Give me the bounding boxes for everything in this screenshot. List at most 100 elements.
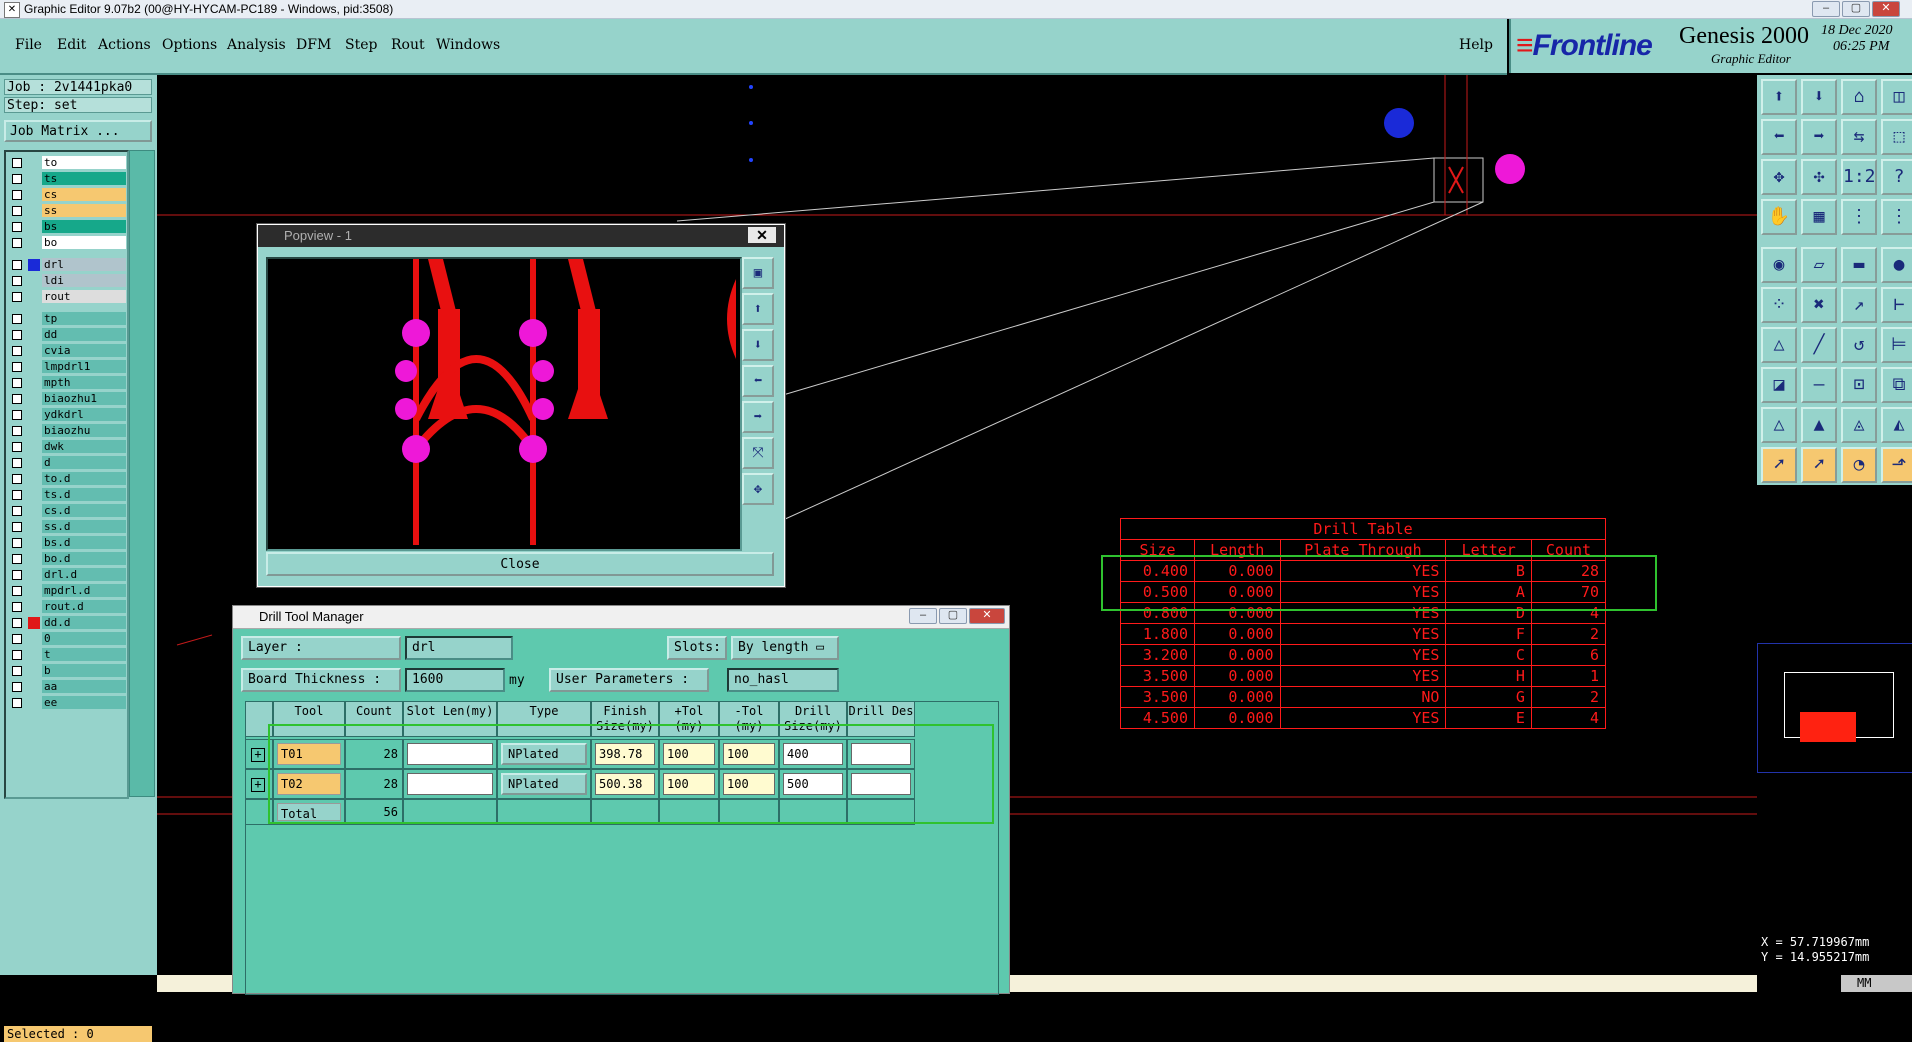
layer-row-biaozhu[interactable]: biaozhu — [8, 424, 126, 438]
left-icon[interactable]: ⬅ — [1761, 119, 1797, 155]
select-area-icon[interactable]: ◪ — [1761, 367, 1797, 403]
layer-checkbox[interactable] — [12, 490, 22, 500]
layer-row-ts[interactable]: ts — [8, 172, 126, 186]
layer-row-mpdrl-d[interactable]: mpdrl.d — [8, 584, 126, 598]
menu-rout[interactable]: Rout — [391, 37, 425, 53]
layer-checkbox[interactable] — [12, 634, 22, 644]
ruler-icon[interactable]: ▬ — [1841, 247, 1877, 283]
layers-b-icon[interactable]: ⋮ — [1881, 199, 1912, 235]
popview-canvas[interactable] — [266, 257, 742, 551]
layer-row-d[interactable]: d — [8, 456, 126, 470]
layer-row-bs-d[interactable]: bs.d — [8, 536, 126, 550]
layer-checkbox[interactable] — [12, 292, 22, 302]
layer-row-to-d[interactable]: to.d — [8, 472, 126, 486]
menu-windows[interactable]: Windows — [436, 37, 500, 53]
slots-dropdown[interactable]: By length ▭ — [731, 636, 839, 660]
layer-checkbox[interactable] — [12, 442, 22, 452]
move-icon[interactable]: ✣ — [1801, 159, 1837, 195]
layer-checkbox[interactable] — [12, 586, 22, 596]
popview-close-button[interactable]: Close — [266, 552, 774, 576]
user-params-field[interactable]: no_hasl — [727, 668, 839, 692]
align-icon[interactable]: ⊨ — [1881, 327, 1912, 363]
layer-row-ee[interactable]: ee — [8, 696, 126, 710]
layer-row-t[interactable]: t — [8, 648, 126, 662]
layer-row-mpth[interactable]: mpth — [8, 376, 126, 390]
layer-checkbox[interactable] — [12, 618, 22, 628]
layer-checkbox[interactable] — [12, 346, 22, 356]
rotate-icon[interactable]: ↺ — [1841, 327, 1877, 363]
layer-checkbox[interactable] — [12, 314, 22, 324]
layer-row-to[interactable]: to — [8, 156, 126, 170]
layer-checkbox[interactable] — [12, 698, 22, 708]
menu-options[interactable]: Options — [162, 37, 217, 53]
menu-actions[interactable]: Actions — [98, 37, 151, 53]
layers-a-icon[interactable]: ⋮ — [1841, 199, 1877, 235]
layer-checkbox[interactable] — [12, 538, 22, 548]
popview-tool-fit-icon[interactable]: ▣ — [742, 257, 774, 289]
layer-checkbox[interactable] — [12, 554, 22, 564]
layer-checkbox[interactable] — [12, 458, 22, 468]
layer-row-cs[interactable]: cs — [8, 188, 126, 202]
layer-checkbox[interactable] — [12, 666, 22, 676]
popview-tool-right-icon[interactable]: ➡ — [742, 401, 774, 433]
swap-icon[interactable]: ⇆ — [1841, 119, 1877, 155]
popview-tool-down-icon[interactable]: ⬇ — [742, 329, 774, 361]
grid-icon[interactable]: ⬚ — [1881, 119, 1912, 155]
menu-help[interactable]: Help — [1459, 37, 1493, 53]
layer-checkbox[interactable] — [12, 260, 22, 270]
triangle-icon[interactable]: △ — [1761, 407, 1797, 443]
frame-icon[interactable]: ⊡ — [1841, 367, 1877, 403]
nodes-icon[interactable]: ⁘ — [1761, 287, 1797, 323]
layer-row-dd[interactable]: dd — [8, 328, 126, 342]
layer-checkbox[interactable] — [12, 682, 22, 692]
layer-row-bo[interactable]: bo — [8, 236, 126, 250]
job-matrix-button[interactable]: Job Matrix ... — [4, 120, 152, 142]
layer-row-rout[interactable]: rout — [8, 290, 126, 304]
menu-analysis[interactable]: Analysis — [227, 37, 286, 53]
layer-row-ss[interactable]: ss — [8, 204, 126, 218]
layer-checkbox[interactable] — [12, 426, 22, 436]
maximize-button[interactable]: ▢ — [1842, 1, 1870, 17]
save-down-icon[interactable]: ⬇ — [1801, 79, 1837, 115]
layer-checkbox[interactable] — [12, 158, 22, 168]
layer-row-lmpdrl1[interactable]: lmpdrl1 — [8, 360, 126, 374]
window-icon[interactable]: ◫ — [1881, 79, 1912, 115]
layer-row-ldi[interactable]: ldi — [8, 274, 126, 288]
layer-checkbox[interactable] — [12, 522, 22, 532]
menu-dfm[interactable]: DFM — [296, 37, 331, 53]
layer-row-cvia[interactable]: cvia — [8, 344, 126, 358]
right-icon[interactable]: ➡ — [1801, 119, 1837, 155]
layer-checkbox[interactable] — [12, 570, 22, 580]
menu-edit[interactable]: Edit — [57, 37, 86, 53]
popview-tool-zoom-out-icon[interactable]: ⤧ — [742, 437, 774, 469]
popview-tool-zoom-in-icon[interactable]: ✥ — [742, 473, 774, 505]
measure-icon[interactable]: ⊢ — [1881, 287, 1912, 323]
layer-row-cs-d[interactable]: cs.d — [8, 504, 126, 518]
display-icon[interactable]: ▦ — [1801, 199, 1837, 235]
layer-checkbox[interactable] — [12, 394, 22, 404]
pan-icon[interactable]: ✋ — [1761, 199, 1797, 235]
dtm-minimize-button[interactable]: – — [909, 608, 937, 624]
triangle-b-icon[interactable]: ◭ — [1881, 407, 1912, 443]
layer-row-ts-d[interactable]: ts.d — [8, 488, 126, 502]
layer-row-bo-d[interactable]: bo.d — [8, 552, 126, 566]
minimap[interactable] — [1757, 643, 1912, 773]
scale-icon[interactable]: 1:2 — [1841, 159, 1877, 195]
pointer-icon[interactable]: ➚ — [1761, 447, 1797, 483]
layer-field[interactable]: drl — [405, 636, 513, 660]
layer-checkbox[interactable] — [12, 474, 22, 484]
layer-row-dd-d[interactable]: dd.d — [8, 616, 126, 630]
layer-checkbox[interactable] — [12, 238, 22, 248]
minimap-viewport[interactable] — [1800, 712, 1856, 742]
triangle-fill-icon[interactable]: ▲ — [1801, 407, 1837, 443]
layer-checkbox[interactable] — [12, 506, 22, 516]
copy-icon[interactable]: ⧉ — [1881, 367, 1912, 403]
triangle-a-icon[interactable]: ◬ — [1841, 407, 1877, 443]
layer-row-ydkdrl[interactable]: ydkdrl — [8, 408, 126, 422]
dtm-close-button[interactable]: ✕ — [969, 608, 1005, 624]
dtm-maximize-button[interactable]: ▢ — [939, 608, 967, 624]
layer-scrollbar[interactable] — [129, 150, 155, 797]
popview-close-x-button[interactable]: ✕ — [748, 227, 776, 243]
dot-icon[interactable]: ● — [1881, 247, 1912, 283]
layer-checkbox[interactable] — [12, 650, 22, 660]
